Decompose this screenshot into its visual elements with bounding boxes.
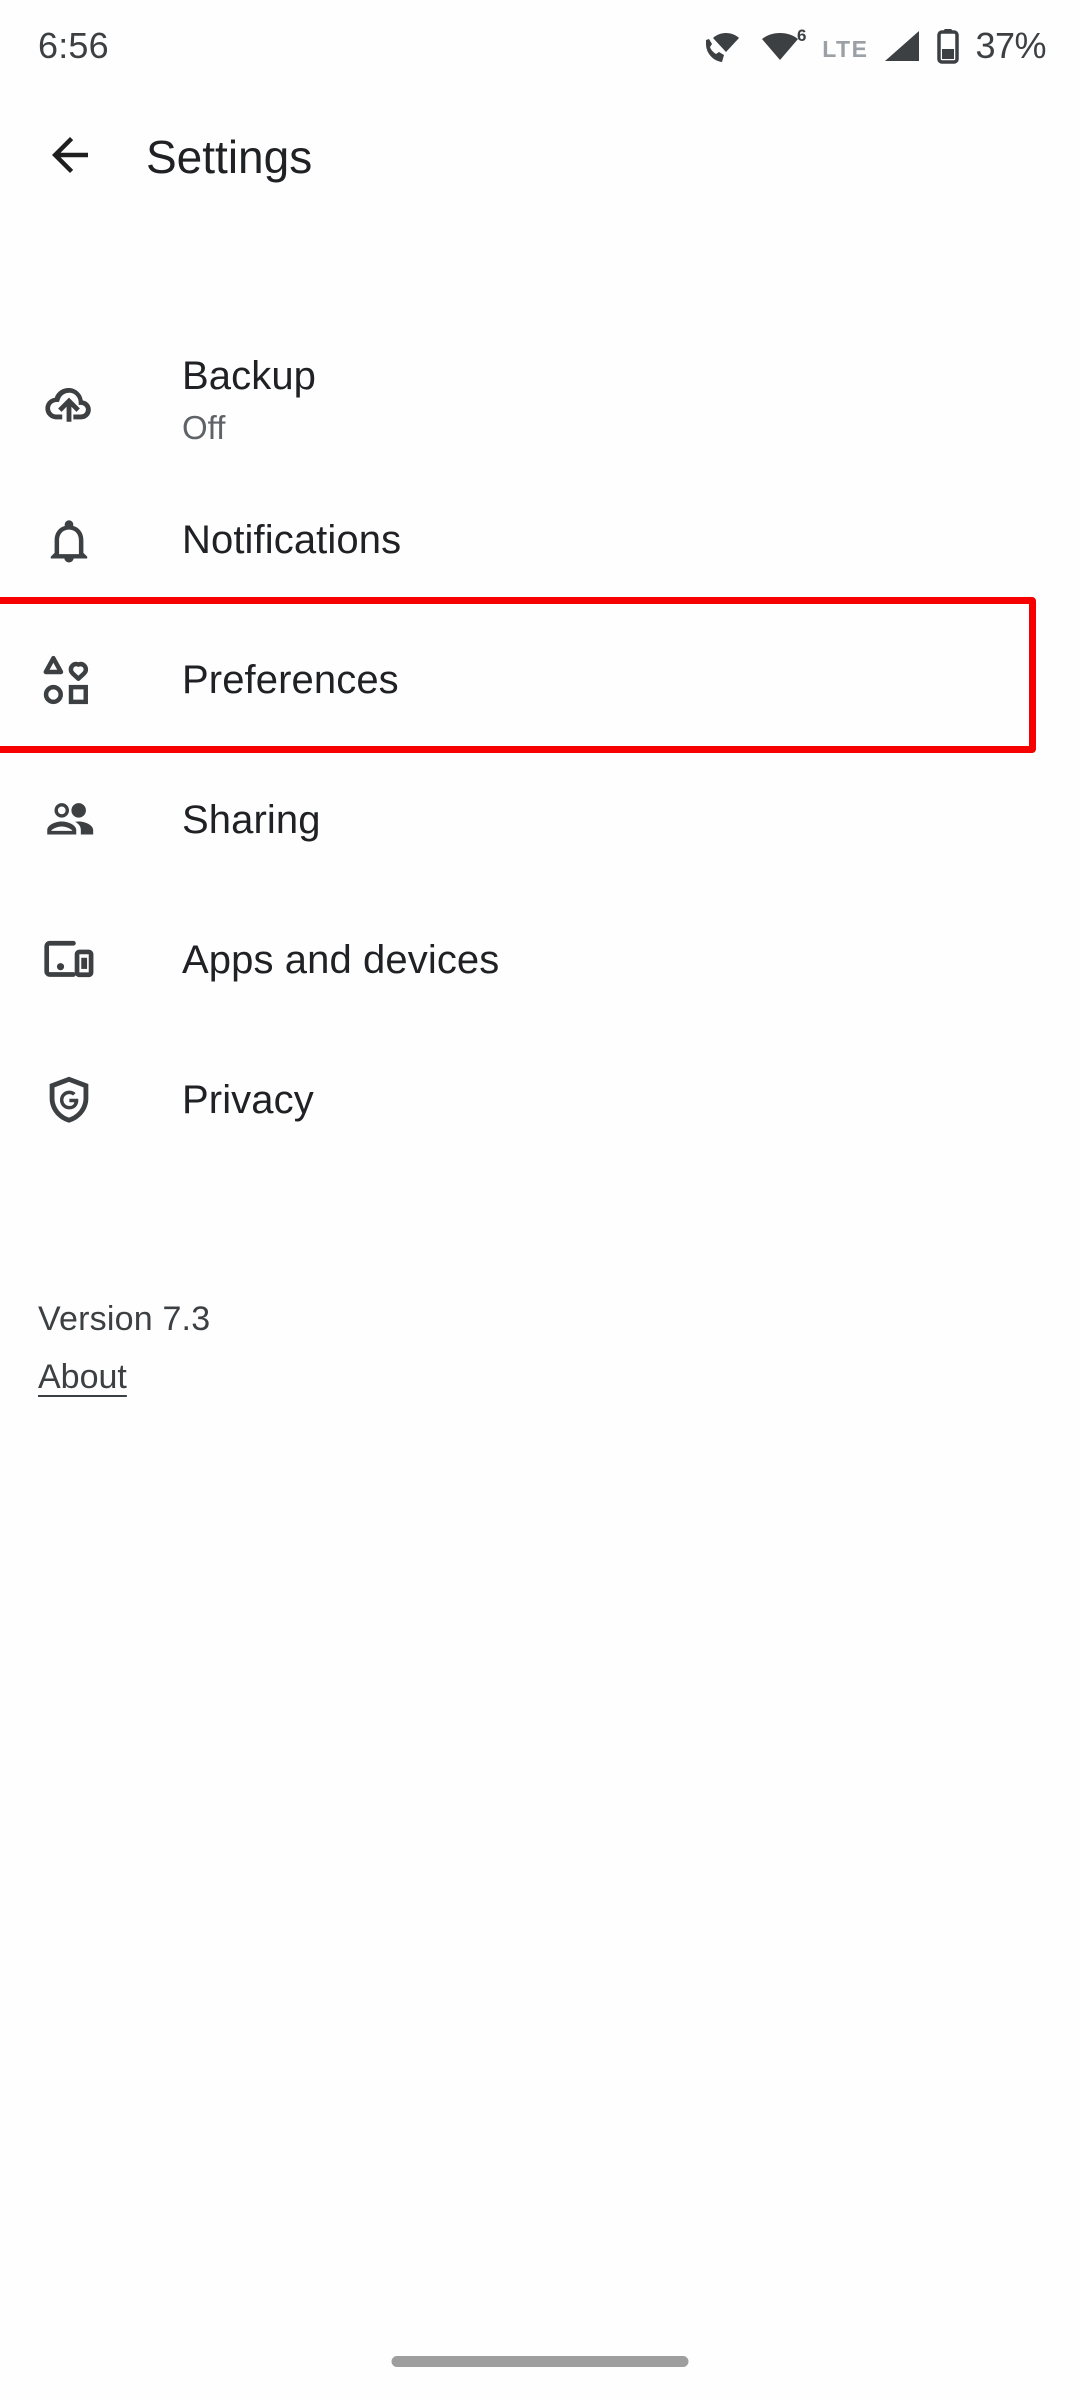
- version-label: Version 7.3: [38, 1300, 211, 1338]
- settings-row-text: Apps and devices: [182, 937, 499, 983]
- settings-row-text: Notifications: [182, 517, 401, 563]
- page-title: Settings: [146, 131, 313, 183]
- status-clock: 6:56: [38, 25, 109, 66]
- wifi-6-icon: 6: [759, 25, 811, 67]
- phone-screen: 6:56 6 LTE 37% Settings Backup Off Notif…: [0, 0, 1080, 2400]
- settings-row-notifications[interactable]: Notifications: [0, 470, 1080, 610]
- status-bar: 6:56 6 LTE 37%: [0, 0, 1080, 92]
- settings-row-label: Backup: [182, 353, 317, 398]
- cloud-upload-icon: [38, 369, 100, 431]
- settings-row-label: Privacy: [182, 1077, 314, 1122]
- bell-icon: [38, 509, 100, 571]
- settings-row-privacy[interactable]: Privacy: [0, 1030, 1080, 1170]
- settings-list: Backup Off Notifications Preferences Sha…: [0, 330, 1080, 1170]
- settings-row-label: Preferences: [182, 657, 399, 702]
- settings-row-text: Sharing: [182, 797, 321, 843]
- settings-row-subtitle: Off: [182, 408, 226, 446]
- settings-row-backup[interactable]: Backup Off: [0, 330, 1080, 470]
- devices-icon: [38, 929, 100, 991]
- settings-row-text: Preferences: [182, 657, 399, 703]
- app-bar: Settings: [0, 92, 1080, 222]
- arrow-back-icon: [43, 128, 97, 187]
- shapes-grid-icon: [38, 649, 100, 711]
- settings-row-label: Sharing: [182, 797, 321, 842]
- settings-row-label: Notifications: [182, 517, 402, 562]
- settings-row-sharing[interactable]: Sharing: [0, 750, 1080, 890]
- svg-text:6: 6: [797, 26, 806, 45]
- battery-icon: [934, 25, 962, 67]
- settings-row-label: Apps and devices: [182, 937, 500, 982]
- people-icon: [38, 789, 100, 851]
- vowifi-call-icon: [702, 25, 748, 67]
- settings-row-text: Backup Off: [182, 353, 316, 448]
- cellular-signal-icon: [879, 25, 923, 67]
- shield-google-icon: [38, 1069, 100, 1131]
- about-link[interactable]: About: [38, 1358, 127, 1397]
- battery-percent-label: 37%: [975, 25, 1046, 66]
- back-button[interactable]: [22, 109, 118, 205]
- settings-row-preferences[interactable]: Preferences: [0, 597, 1080, 753]
- network-type-label: LTE: [822, 36, 869, 62]
- settings-row-text: Privacy: [182, 1077, 314, 1123]
- footer: Version 7.3 About: [38, 1300, 210, 1397]
- status-icons: 6 LTE 37%: [702, 25, 1046, 67]
- settings-row-apps-and-devices[interactable]: Apps and devices: [0, 890, 1080, 1030]
- home-gesture-pill[interactable]: [391, 2356, 689, 2367]
